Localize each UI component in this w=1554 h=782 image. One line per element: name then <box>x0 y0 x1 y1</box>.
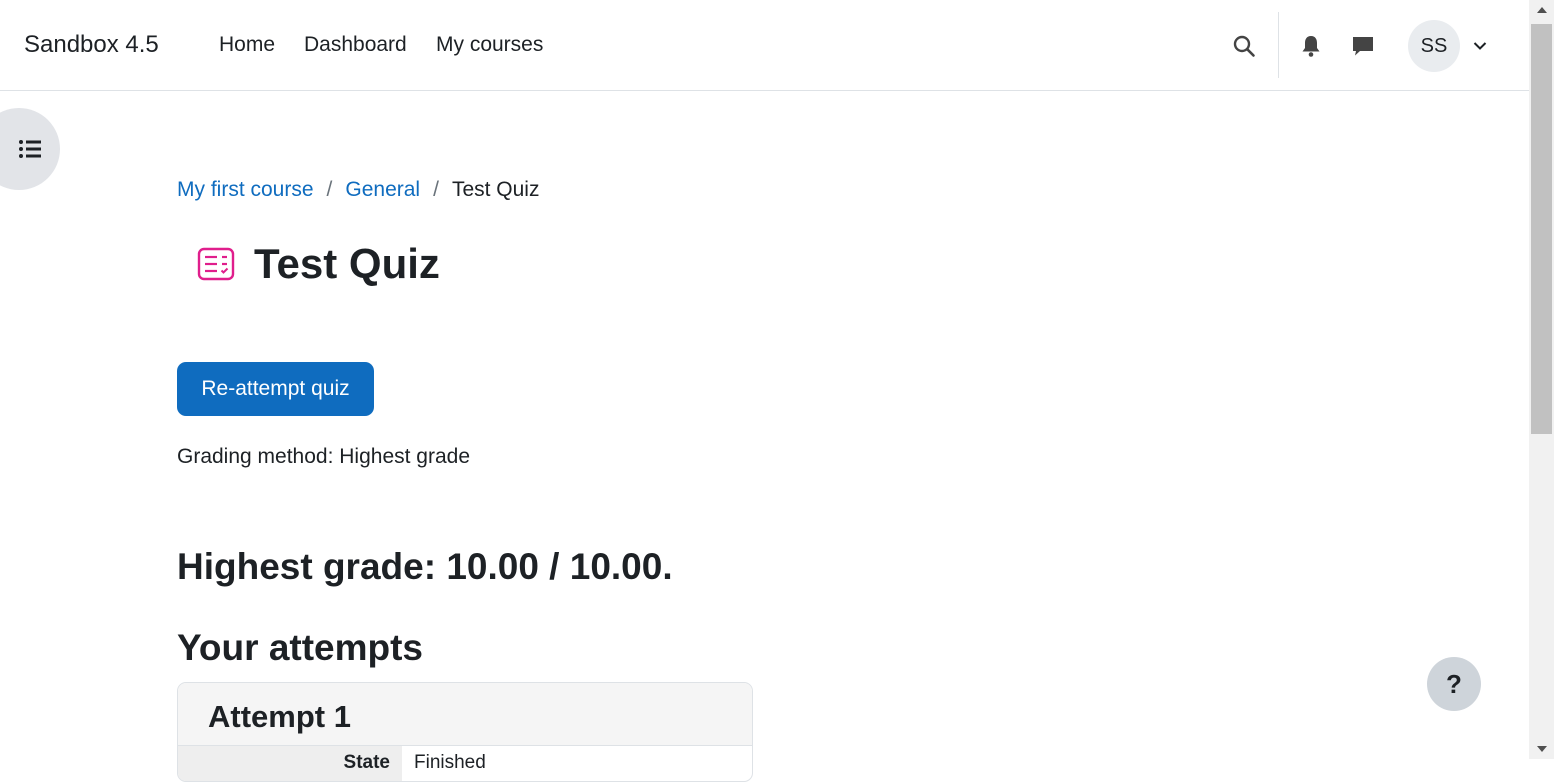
top-navbar: Sandbox 4.5 Home Dashboard My courses SS <box>0 0 1529 91</box>
breadcrumb-separator: / <box>326 178 333 201</box>
user-menu-toggle[interactable] <box>1470 36 1490 56</box>
nav-my-courses[interactable]: My courses <box>436 33 543 57</box>
list-icon <box>19 140 41 158</box>
page-title: Test Quiz <box>254 240 440 287</box>
attempt-card-header: Attempt 1 <box>178 683 752 746</box>
course-index-toggle[interactable] <box>0 108 60 190</box>
attempt-card: Attempt 1 State Finished <box>177 682 753 782</box>
page-scrollbar[interactable] <box>1529 0 1554 759</box>
page-header: Test Quiz <box>196 240 440 288</box>
notifications-button[interactable] <box>1295 28 1327 64</box>
reattempt-quiz-button[interactable]: Re-attempt quiz <box>177 362 374 416</box>
quiz-icon <box>197 247 235 281</box>
bell-icon <box>1302 36 1320 57</box>
search-icon <box>1233 35 1255 57</box>
highest-grade: Highest grade: 10.00 / 10.00. <box>177 546 673 587</box>
attempt-title: Attempt 1 <box>208 699 351 734</box>
breadcrumb-separator: / <box>433 178 439 201</box>
attempt-row: State Finished <box>178 746 752 781</box>
scroll-up-arrow[interactable] <box>1529 0 1554 20</box>
triangle-down-icon <box>1536 746 1547 752</box>
breadcrumb-current: Test Quiz <box>451 178 540 201</box>
breadcrumb: My first course / General / Test Quiz <box>177 178 539 202</box>
triangle-up-icon <box>1536 7 1547 13</box>
help-button[interactable]: ? <box>1427 657 1481 711</box>
search-button[interactable] <box>1226 28 1262 64</box>
attempt-row-label: State <box>178 746 402 781</box>
chat-bubble-icon <box>1353 37 1373 56</box>
breadcrumb-course[interactable]: My first course <box>177 178 314 202</box>
navbar-divider <box>1278 12 1279 78</box>
attempt-row-value: Finished <box>414 752 486 773</box>
scroll-thumb[interactable] <box>1531 24 1552 434</box>
chevron-down-icon <box>1473 42 1487 50</box>
nav-dashboard[interactable]: Dashboard <box>304 33 407 57</box>
messages-button[interactable] <box>1346 28 1380 64</box>
site-brand[interactable]: Sandbox 4.5 <box>24 31 159 59</box>
attempts-heading: Your attempts <box>177 627 424 668</box>
user-avatar[interactable]: SS <box>1408 20 1460 72</box>
scroll-down-arrow[interactable] <box>1529 739 1554 759</box>
breadcrumb-section[interactable]: General <box>345 178 420 202</box>
grading-method: Grading method: Highest grade <box>177 445 471 468</box>
nav-home[interactable]: Home <box>219 33 275 57</box>
